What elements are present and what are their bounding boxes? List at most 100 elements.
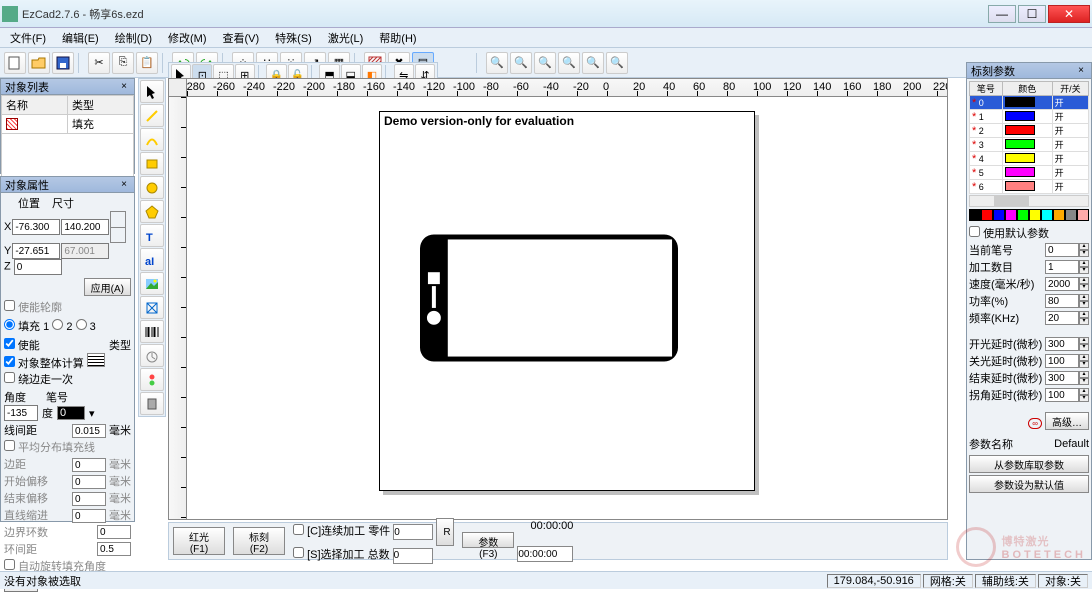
zoom-out-button[interactable]: 🔍 [510,52,532,74]
copy-button[interactable]: ⎘ [112,52,134,74]
set-default-button[interactable]: 参数设为默认值 [969,475,1089,493]
pen-row[interactable]: * 3开 [970,138,1089,152]
use-default-check[interactable] [969,226,980,237]
color-bar[interactable] [969,209,1089,223]
avg-fill-check[interactable] [4,440,15,451]
fill2-radio[interactable] [52,319,63,330]
autorot-check[interactable] [4,559,15,570]
pen-row[interactable]: * 6开 [970,180,1089,194]
save-button[interactable] [52,52,74,74]
polygon-tool[interactable] [140,200,164,223]
time2-input[interactable] [517,546,573,562]
menu-draw[interactable]: 绘制(D) [109,28,158,48]
param-button[interactable]: 参数(F3) [462,532,514,548]
encoder-tool[interactable] [140,392,164,415]
curpen-input[interactable] [1045,243,1079,257]
speed-input[interactable] [1045,277,1079,291]
palette-swatch[interactable] [1029,209,1041,221]
paste-button[interactable]: 📋 [136,52,158,74]
walk-once-check[interactable] [4,372,15,383]
y-input[interactable] [12,243,60,259]
vector-tool[interactable] [140,296,164,319]
maximize-button[interactable]: ☐ [1018,5,1046,23]
arc-text-tool[interactable]: aI [140,248,164,271]
lock-aspect[interactable] [110,211,126,243]
enable-check[interactable] [4,338,15,349]
zoom-sel-button[interactable]: 🔍 [558,52,580,74]
timer-tool[interactable] [140,344,164,367]
pen-scrollbar[interactable] [969,195,1089,207]
zoom-in-button[interactable]: 🔍 [486,52,508,74]
palette-swatch[interactable] [981,209,993,221]
new-button[interactable] [4,52,26,74]
select-tool[interactable] [140,80,164,103]
mark-params-close[interactable]: × [1075,65,1087,77]
endoff-input[interactable] [72,492,106,506]
menu-help[interactable]: 帮助(H) [373,28,422,48]
line-tool[interactable] [140,104,164,127]
obj-calc-check[interactable] [4,356,15,367]
curve-tool[interactable] [140,128,164,151]
palette-swatch[interactable] [993,209,1005,221]
menu-special[interactable]: 特殊(S) [269,28,318,48]
loopdist-input[interactable] [97,542,131,556]
object-props-close[interactable]: × [118,179,130,191]
continuous-check[interactable] [293,524,304,535]
palette-swatch[interactable] [1005,209,1017,221]
pen-color-combo[interactable]: 0 [57,406,85,420]
cut-button[interactable]: ✂ [88,52,110,74]
pen-row[interactable]: * 4开 [970,152,1089,166]
rect-tool[interactable] [140,152,164,175]
edgeloops-input[interactable] [97,525,131,539]
z-input[interactable] [14,259,62,275]
open-button[interactable] [28,52,50,74]
menu-modify[interactable]: 修改(M) [162,28,213,48]
edgedist-input[interactable] [72,458,106,472]
enable-outline-check[interactable] [4,300,15,311]
reset-parts-button[interactable]: R [436,518,454,546]
menu-laser[interactable]: 激光(L) [322,28,369,48]
image-tool[interactable] [140,272,164,295]
pen-table[interactable]: 笔号颜色开/关 * 0开* 1开* 2开* 3开* 4开* 5开* 6开 [969,81,1089,194]
zoom-all-button[interactable]: 🔍 [582,52,604,74]
lineshrink-input[interactable] [72,509,106,523]
h-input[interactable] [61,243,109,259]
red-light-button[interactable]: 红光(F1) [173,527,225,555]
pen-row[interactable]: * 2开 [970,124,1089,138]
w-input[interactable] [61,219,109,235]
text-tool[interactable]: T [140,224,164,247]
palette-swatch[interactable] [1041,209,1053,221]
io-tool[interactable] [140,368,164,391]
cornerdelay-input[interactable] [1045,388,1079,402]
circle-tool[interactable] [140,176,164,199]
object-list-table[interactable]: 名称类型 填充 [1,95,134,184]
offdelay-input[interactable] [1045,354,1079,368]
palette-swatch[interactable] [1077,209,1089,221]
pen-row[interactable]: * 1开 [970,110,1089,124]
phone-shape[interactable] [420,234,678,362]
close-button[interactable]: ✕ [1048,5,1090,23]
pen-row[interactable]: * 5开 [970,166,1089,180]
x-input[interactable] [12,219,60,235]
palette-swatch[interactable] [969,209,981,221]
mark-button[interactable]: 标刻(F2) [233,527,285,555]
palette-swatch[interactable] [1017,209,1029,221]
barcode-tool[interactable] [140,320,164,343]
linespace-input[interactable] [72,424,106,438]
zoom-fit-button[interactable]: 🔍 [534,52,556,74]
total-input[interactable] [393,548,433,564]
zoom-prev-button[interactable]: 🔍 [606,52,628,74]
from-lib-button[interactable]: 从参数库取参数 [969,455,1089,473]
advanced-button[interactable]: 高级… [1045,412,1089,430]
fill1-radio[interactable] [4,319,15,330]
parts-input[interactable] [393,524,433,540]
table-row[interactable]: 填充 [2,115,134,134]
minimize-button[interactable]: — [988,5,1016,23]
object-list-close[interactable]: × [118,81,130,93]
canvas[interactable]: Demo version-only for evaluation [187,97,947,519]
angle-input[interactable] [4,405,38,421]
pen-row[interactable]: * 0开 [970,96,1089,110]
ondelay-input[interactable] [1045,337,1079,351]
menu-edit[interactable]: 编辑(E) [56,28,105,48]
freq-input[interactable] [1045,311,1079,325]
